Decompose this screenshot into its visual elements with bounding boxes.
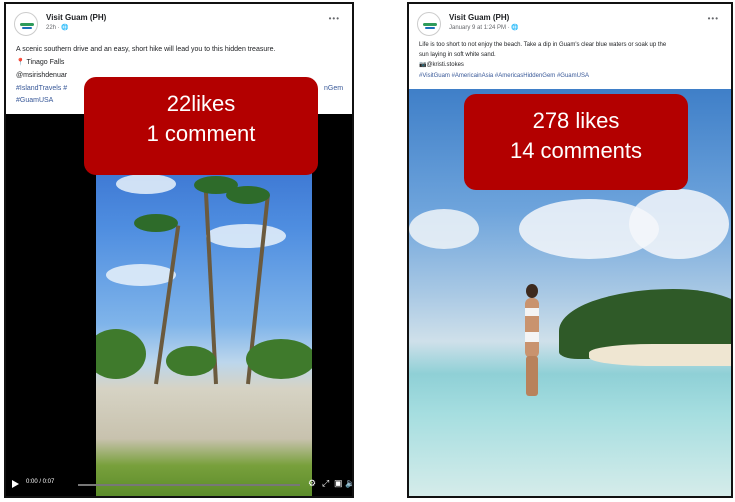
mention-line[interactable]: @msirishdenuar bbox=[16, 70, 67, 81]
hashtag-line-end[interactable]: nGem bbox=[324, 83, 343, 94]
globe-icon: 🌐 bbox=[61, 25, 69, 31]
fullscreen-icon[interactable]: ⤢ bbox=[322, 478, 329, 489]
globe-icon: 🌐 bbox=[511, 25, 519, 31]
photo-credit[interactable]: 📷@kristi.stokes bbox=[419, 60, 464, 71]
person bbox=[521, 284, 543, 404]
hashtag-line[interactable]: #IslandTravels # bbox=[16, 83, 67, 94]
post-header: Visit Guam (PH) January 9 at 1:24 PM · 🌐… bbox=[417, 12, 723, 42]
likes-count: 278 likes bbox=[532, 108, 620, 133]
picture-in-picture-icon[interactable]: ▣ bbox=[334, 478, 343, 489]
likes-comments-overlay: 278 likes 14 comments bbox=[464, 94, 688, 190]
gear-icon[interactable]: ⚙ bbox=[308, 478, 316, 489]
page-avatar[interactable] bbox=[417, 12, 441, 36]
comments-count: 1 comment bbox=[146, 121, 256, 146]
video-controls: 0:00 / 0:07 ⚙ ⤢ ▣ 🔈 bbox=[6, 472, 352, 496]
right-post-card: Visit Guam (PH) January 9 at 1:24 PM · 🌐… bbox=[407, 2, 733, 498]
video-progress-bar[interactable] bbox=[78, 484, 300, 486]
beach bbox=[589, 344, 731, 366]
post-header: Visit Guam (PH) 22h · 🌐 ••• bbox=[14, 12, 344, 42]
video-time: 0:00 / 0:07 bbox=[26, 479, 55, 485]
comments-count: 14 comments bbox=[509, 138, 643, 163]
hashtag-line-2[interactable]: #GuamUSA bbox=[16, 95, 53, 106]
likes-count: 22likes bbox=[166, 91, 236, 116]
location-line: 📍 Tinago Falls bbox=[16, 59, 65, 66]
post-time[interactable]: 22h · 🌐 bbox=[46, 24, 69, 31]
post-caption: A scenic southern drive and an easy, sho… bbox=[16, 46, 276, 53]
likes-comments-overlay: 22likes 1 comment bbox=[84, 77, 318, 175]
hashtag-line[interactable]: #VisitGuam #AmericainAsia #AmericasHidde… bbox=[419, 71, 589, 82]
volume-icon[interactable]: 🔈 bbox=[345, 478, 352, 489]
play-icon[interactable] bbox=[12, 480, 19, 488]
page-avatar[interactable] bbox=[14, 12, 38, 36]
more-icon[interactable]: ••• bbox=[329, 14, 340, 23]
post-time[interactable]: January 9 at 1:24 PM · 🌐 bbox=[449, 24, 519, 31]
page-name[interactable]: Visit Guam (PH) bbox=[449, 13, 509, 22]
more-icon[interactable]: ••• bbox=[708, 14, 719, 23]
page-name[interactable]: Visit Guam (PH) bbox=[46, 13, 106, 22]
